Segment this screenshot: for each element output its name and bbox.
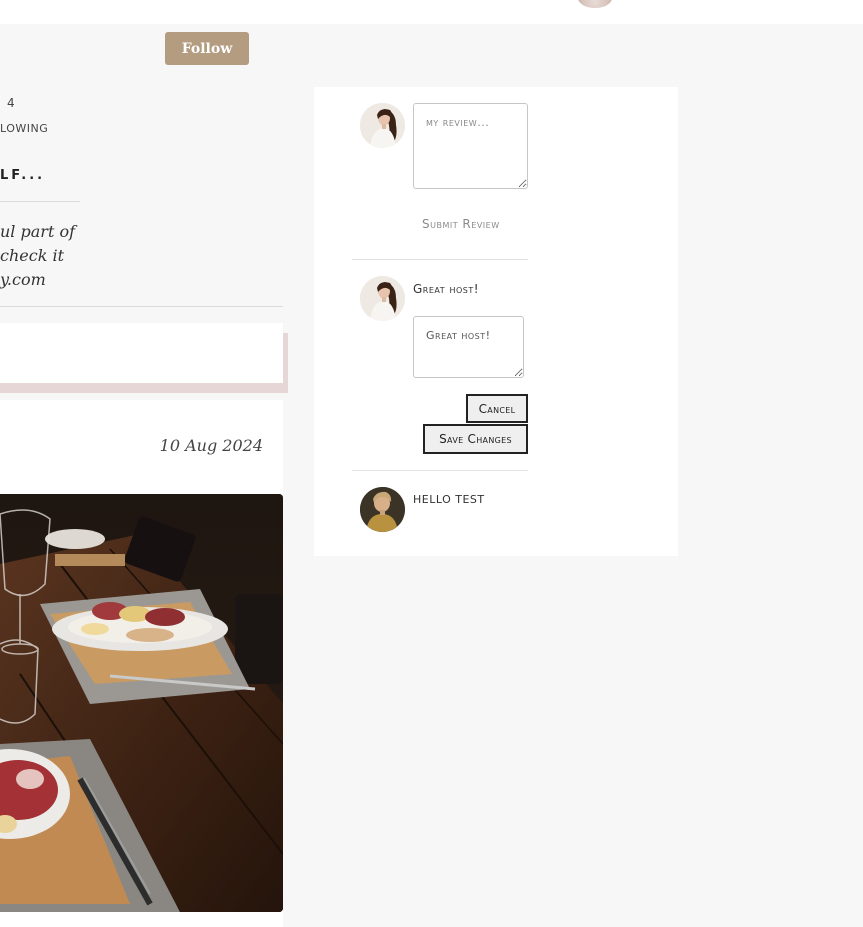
bio-line: check it [0, 246, 65, 265]
divider [0, 306, 283, 307]
save-changes-button[interactable]: Save Changes [423, 424, 528, 454]
top-nav-bar [0, 0, 863, 24]
following-count: 4 [7, 96, 15, 110]
submit-review-button[interactable]: Submit Review [422, 217, 542, 231]
reviewer-avatar [360, 276, 405, 321]
table-setting-photo [0, 494, 283, 912]
bio-line: y.com [0, 270, 46, 289]
following-label: LOWING [0, 122, 49, 135]
bio-line: ul part of [0, 222, 76, 241]
edit-review-input[interactable]: Great host! [413, 316, 524, 378]
post-date: 10 Aug 2024 [159, 436, 263, 455]
woman-portrait-icon [360, 276, 405, 321]
about-heading: LF... [0, 168, 46, 183]
review-text: Great host! [413, 282, 480, 296]
reviewer-avatar [360, 103, 405, 148]
divider [0, 201, 80, 202]
follow-button[interactable]: Follow [165, 32, 249, 65]
woman-portrait-icon [360, 103, 405, 148]
cancel-button[interactable]: Cancel [466, 394, 528, 423]
divider [352, 470, 528, 471]
review-text: HELLO TEST [413, 493, 485, 506]
divider [352, 259, 528, 260]
man-portrait-icon [360, 487, 405, 532]
post-image[interactable] [0, 494, 283, 912]
input-card [0, 323, 283, 383]
reviews-panel: Submit Review Great host! Great host! Ca… [314, 87, 678, 556]
post-card: 10 Aug 2024 [0, 400, 283, 927]
profile-bio: ul part of check it y.com [0, 220, 80, 292]
user-avatar[interactable] [578, 0, 612, 8]
reviewer-avatar [360, 487, 405, 532]
review-input[interactable] [413, 103, 528, 189]
